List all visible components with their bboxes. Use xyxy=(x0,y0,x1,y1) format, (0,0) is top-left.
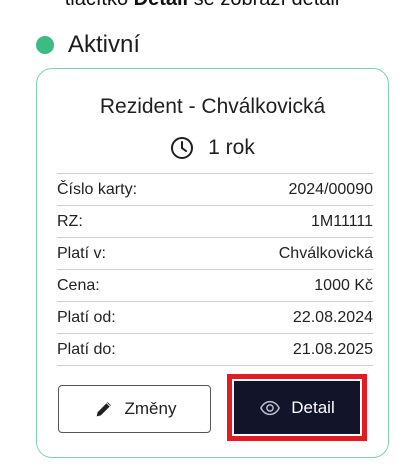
instruction-caption: tlačítko Detail se zobrazí detail xyxy=(0,0,404,11)
info-row-card-number: Číslo karty: 2024/00090 xyxy=(57,173,373,206)
detail-button-highlight: Detail xyxy=(227,374,367,441)
changes-button[interactable]: Změny xyxy=(58,385,211,433)
status-label: Aktivní xyxy=(68,31,141,58)
info-value: 1M11111 xyxy=(311,212,373,230)
info-table: Číslo karty: 2024/00090 RZ: 1M11111 Plat… xyxy=(57,173,373,366)
info-row-zone: Platí v: Chválkovická xyxy=(57,238,373,270)
info-row-plate: RZ: 1M11111 xyxy=(57,206,373,238)
info-row-valid-from: Platí od: 22.08.2024 xyxy=(57,302,373,334)
status-dot-icon xyxy=(36,36,54,54)
pencil-icon xyxy=(96,402,111,417)
detail-button-label: Detail xyxy=(291,397,335,417)
info-value: Chválkovická xyxy=(278,244,373,262)
info-value: 22.08.2024 xyxy=(292,308,373,326)
info-label: RZ: xyxy=(57,212,83,230)
info-label: Platí v: xyxy=(57,244,106,262)
duration-label: 1 rok xyxy=(208,136,255,159)
detail-button[interactable]: Detail xyxy=(234,381,360,434)
clock-icon xyxy=(171,137,194,159)
caption-prefix: tlačítko xyxy=(65,0,134,10)
info-label: Číslo karty: xyxy=(57,180,138,198)
info-value: 1000 Kč xyxy=(314,276,373,294)
info-value: 2024/00090 xyxy=(288,180,373,198)
duration-row: 1 rok xyxy=(37,133,388,163)
info-label: Cena: xyxy=(57,276,100,294)
parking-card: Rezident - Chválkovická 1 rok Číslo kart… xyxy=(36,68,389,458)
info-row-valid-to: Platí do: 21.08.2025 xyxy=(57,334,373,366)
caption-bold: Detail xyxy=(134,0,188,10)
caption-suffix: se zobrazí detail xyxy=(188,0,340,10)
changes-button-label: Změny xyxy=(124,399,177,418)
eye-icon xyxy=(260,400,281,415)
info-label: Platí od: xyxy=(57,308,116,326)
status-header: Aktivní xyxy=(36,30,140,60)
info-label: Platí do: xyxy=(57,340,116,358)
info-row-price: Cena: 1000 Kč xyxy=(57,270,373,302)
card-title: Rezident - Chválkovická xyxy=(99,95,326,118)
info-value: 21.08.2025 xyxy=(292,340,373,358)
